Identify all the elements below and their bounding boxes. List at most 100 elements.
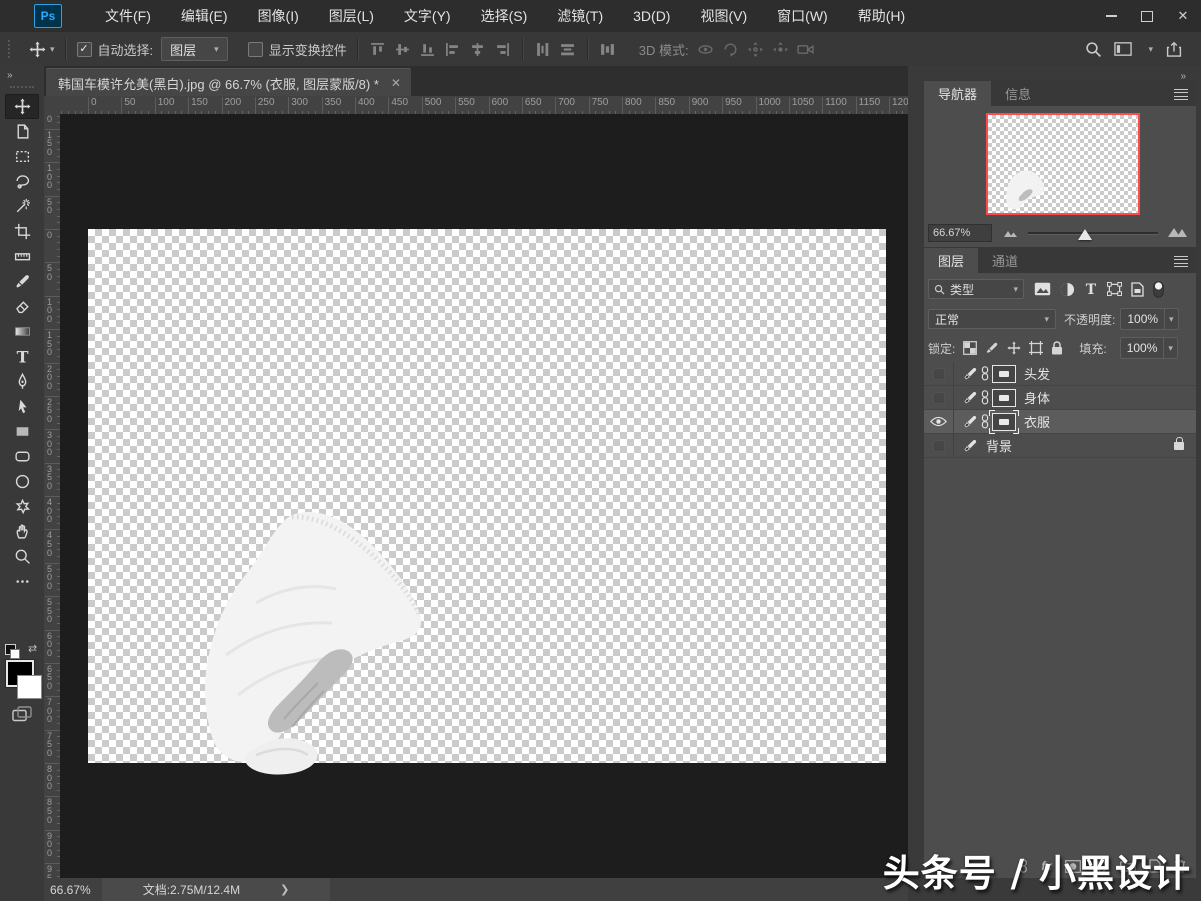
tab-info[interactable]: 信息 bbox=[991, 81, 1045, 106]
rectangle-tool[interactable] bbox=[5, 419, 39, 444]
menu-item-5[interactable]: 文字(Y) bbox=[389, 0, 466, 32]
search-icon[interactable] bbox=[1084, 40, 1102, 58]
lock-artboard-icon[interactable] bbox=[1029, 341, 1044, 355]
status-zoom-field[interactable]: 66.67% bbox=[44, 883, 102, 897]
pen-tool[interactable] bbox=[5, 369, 39, 394]
menu-item-3[interactable]: 图像(I) bbox=[243, 0, 314, 32]
tab-close-icon[interactable]: ✕ bbox=[391, 76, 401, 90]
maximize-button[interactable] bbox=[1129, 0, 1165, 32]
distribute-spacing-icon[interactable] bbox=[599, 40, 617, 58]
filter-adjustment-icon[interactable] bbox=[1060, 282, 1075, 297]
navigator-zoom-field[interactable]: 66.67% bbox=[928, 224, 992, 242]
mask-link-icon[interactable] bbox=[981, 414, 989, 429]
rectangular-marquee-tool[interactable] bbox=[5, 144, 39, 169]
3d-camera-icon[interactable] bbox=[797, 40, 815, 58]
layer-thumbnail[interactable] bbox=[963, 438, 978, 453]
workspace-icon[interactable] bbox=[1114, 40, 1133, 58]
canvas-viewport[interactable] bbox=[60, 114, 908, 878]
filter-smart-object-icon[interactable] bbox=[1131, 281, 1144, 297]
panel-menu-icon[interactable] bbox=[1174, 253, 1188, 267]
ruler-origin-corner[interactable] bbox=[44, 96, 61, 115]
path-select-tool[interactable] bbox=[5, 394, 39, 419]
type-tool[interactable]: T bbox=[5, 344, 39, 369]
layer-row-1[interactable]: 头发 bbox=[924, 362, 1196, 386]
slider-thumb[interactable] bbox=[1078, 229, 1092, 240]
blend-mode-dropdown[interactable]: 正常 ▾ bbox=[928, 309, 1056, 329]
align-bottom-icon[interactable] bbox=[419, 40, 437, 58]
tool-preset-chevron-icon[interactable]: ▾ bbox=[50, 44, 55, 55]
workspace-chevron-icon[interactable]: ▾ bbox=[1148, 44, 1153, 55]
mask-link-icon[interactable] bbox=[981, 366, 989, 381]
menu-item-10[interactable]: 窗口(W) bbox=[762, 0, 843, 32]
lock-position-icon[interactable] bbox=[1007, 341, 1021, 355]
layer-mask-thumbnail[interactable] bbox=[992, 364, 1016, 383]
visibility-toggle[interactable] bbox=[924, 362, 954, 385]
minimize-button[interactable] bbox=[1093, 0, 1129, 32]
lock-all-icon[interactable] bbox=[1051, 341, 1063, 355]
document-canvas[interactable] bbox=[88, 229, 886, 775]
align-top-icon[interactable] bbox=[369, 40, 387, 58]
close-button[interactable]: ✕ bbox=[1165, 0, 1201, 32]
crop-tool[interactable] bbox=[5, 219, 39, 244]
visibility-toggle[interactable] bbox=[924, 434, 954, 457]
visibility-toggle[interactable] bbox=[924, 386, 954, 409]
layer-thumbnail[interactable] bbox=[963, 366, 978, 381]
lock-transparent-icon[interactable] bbox=[963, 341, 978, 355]
lock-pixels-icon[interactable] bbox=[985, 341, 999, 355]
distribute-hcenter-icon[interactable] bbox=[559, 40, 577, 58]
auto-select-checkbox[interactable]: ✓ bbox=[76, 41, 92, 57]
magic-wand-tool[interactable] bbox=[5, 194, 39, 219]
menu-item-2[interactable]: 编辑(E) bbox=[166, 0, 243, 32]
lasso-tool[interactable] bbox=[5, 169, 39, 194]
navigator-zoom-slider[interactable] bbox=[1028, 226, 1158, 240]
layer-mask-thumbnail[interactable] bbox=[992, 388, 1016, 407]
layer-row-3[interactable]: 衣服 bbox=[924, 409, 1196, 434]
distribute-vcenter-icon[interactable] bbox=[534, 40, 552, 58]
menu-item-7[interactable]: 滤镜(T) bbox=[542, 0, 618, 32]
auto-select-dropdown[interactable]: 图层 ▾ bbox=[161, 37, 228, 61]
move-tool[interactable] bbox=[5, 94, 39, 119]
filter-type-icon[interactable]: T bbox=[1084, 282, 1098, 296]
swap-colors-icon[interactable]: ⇄ bbox=[28, 642, 37, 655]
3d-drag-icon[interactable] bbox=[747, 40, 765, 58]
align-hcenter-icon[interactable] bbox=[469, 40, 487, 58]
toolbar-collapse-icon[interactable]: » bbox=[7, 70, 14, 81]
panel-menu-icon[interactable] bbox=[1174, 86, 1188, 100]
zoom-tool[interactable] bbox=[5, 544, 39, 569]
tab-navigator[interactable]: 导航器 bbox=[924, 81, 992, 106]
layer-thumbnail[interactable] bbox=[963, 414, 978, 429]
fill-field[interactable]: 100% ▾ bbox=[1119, 337, 1178, 359]
artboard-tool[interactable] bbox=[5, 119, 39, 144]
3d-roll-icon[interactable] bbox=[722, 40, 740, 58]
layer-row-4[interactable]: 背景 bbox=[924, 434, 1196, 458]
menu-item-11[interactable]: 帮助(H) bbox=[843, 0, 920, 32]
more-tools[interactable] bbox=[5, 569, 39, 594]
menu-item-8[interactable]: 3D(D) bbox=[618, 0, 685, 32]
tab-channels[interactable]: 通道 bbox=[978, 248, 1032, 273]
visibility-eye-icon[interactable] bbox=[924, 410, 954, 433]
custom-shape-tool[interactable] bbox=[5, 494, 39, 519]
brush-tool[interactable] bbox=[5, 269, 39, 294]
align-vcenter-icon[interactable] bbox=[394, 40, 412, 58]
ruler-tool[interactable] bbox=[5, 244, 39, 269]
background-color-swatch[interactable] bbox=[17, 675, 42, 699]
filter-shape-icon[interactable] bbox=[1107, 282, 1122, 296]
zoom-out-icon[interactable] bbox=[1004, 224, 1018, 242]
gradient-tool[interactable] bbox=[5, 319, 39, 344]
layer-mask-thumbnail[interactable] bbox=[989, 409, 1019, 434]
eraser-tool[interactable] bbox=[5, 294, 39, 319]
layer-thumbnail[interactable] bbox=[963, 390, 978, 405]
layer-row-2[interactable]: 身体 bbox=[924, 386, 1196, 410]
align-left-icon[interactable] bbox=[444, 40, 462, 58]
ellipse-tool[interactable] bbox=[5, 469, 39, 494]
show-transform-checkbox[interactable] bbox=[247, 41, 263, 57]
navigator-preview[interactable] bbox=[986, 113, 1140, 215]
default-colors-icon[interactable] bbox=[5, 644, 20, 659]
menu-item-4[interactable]: 图层(L) bbox=[314, 0, 389, 32]
menu-item-6[interactable]: 选择(S) bbox=[466, 0, 543, 32]
tab-layers[interactable]: 图层 bbox=[924, 248, 979, 273]
3d-rotate-icon[interactable] bbox=[697, 40, 715, 58]
screen-mode-icon[interactable] bbox=[12, 706, 32, 729]
mask-link-icon[interactable] bbox=[981, 390, 989, 405]
menu-item-1[interactable]: 文件(F) bbox=[90, 0, 166, 32]
